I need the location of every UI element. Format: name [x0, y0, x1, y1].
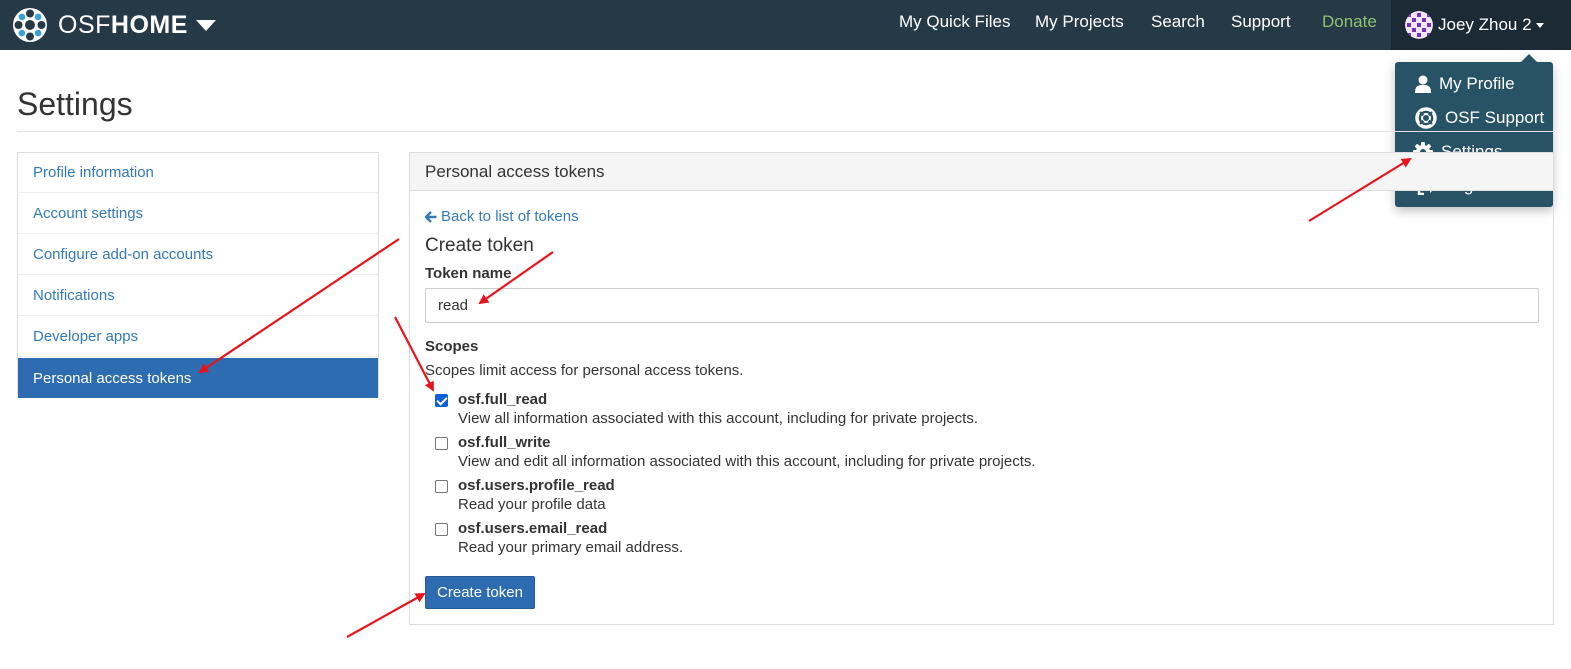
sidebar-item-profile-information[interactable]: Profile information: [18, 153, 378, 193]
top-navbar: OSF HOME My Quick Files My Projects Searc…: [0, 0, 1571, 50]
token-name-input[interactable]: [425, 288, 1539, 323]
sidebar-item-account-settings[interactable]: Account settings: [18, 194, 378, 234]
scope-full-write-checkbox[interactable]: [435, 437, 448, 450]
nav-my-projects[interactable]: My Projects: [1035, 12, 1124, 32]
scope-name: osf.users.email_read: [458, 520, 608, 537]
nav-support[interactable]: Support: [1231, 12, 1291, 32]
settings-sidebar: Profile information Account settings Con…: [17, 152, 379, 398]
back-link-label: Back to list of tokens: [441, 208, 579, 225]
create-token-heading: Create token: [425, 235, 534, 256]
dropdown-item-my-profile[interactable]: My Profile: [1415, 71, 1515, 97]
dropdown-item-osf-support[interactable]: OSF Support: [1415, 105, 1544, 131]
personal-access-tokens-panel: Personal access tokens Back to list of t…: [409, 152, 1554, 625]
scope-description: Read your primary email address.: [458, 539, 684, 556]
user-icon: [1415, 75, 1431, 93]
page-title: Settings: [17, 86, 133, 122]
scopes-help-text: Scopes limit access for personal access …: [425, 362, 744, 379]
user-avatar: [1405, 11, 1433, 39]
scope-name: osf.full_write: [458, 434, 551, 451]
arrow-left-icon: [425, 210, 437, 223]
dropdown-item-label: My Profile: [1439, 74, 1515, 93]
scope-full-read-checkbox[interactable]: [435, 394, 448, 407]
life-ring-icon: [1415, 107, 1437, 129]
back-to-tokens-link[interactable]: Back to list of tokens: [425, 208, 579, 225]
nav-search[interactable]: Search: [1151, 12, 1205, 32]
create-token-button[interactable]: Create token: [425, 576, 535, 609]
panel-heading: Personal access tokens: [410, 153, 1553, 191]
sidebar-item-configure-add-on-accounts[interactable]: Configure add-on accounts: [18, 235, 378, 275]
osf-home-brand[interactable]: OSF HOME: [12, 6, 216, 44]
nav-donate[interactable]: Donate: [1322, 12, 1377, 32]
scope-description: View all information associated with thi…: [458, 410, 978, 427]
scope-profile-read-checkbox[interactable]: [435, 480, 448, 493]
osf-logo-icon: [13, 8, 47, 42]
sidebar-item-developer-apps[interactable]: Developer apps: [18, 317, 378, 357]
nav-my-quick-files[interactable]: My Quick Files: [899, 12, 1010, 32]
brand-home-text: HOME: [110, 10, 188, 39]
sidebar-item-notifications[interactable]: Notifications: [18, 276, 378, 316]
scope-email-read-checkbox[interactable]: [435, 523, 448, 536]
scope-name: osf.full_read: [458, 391, 548, 408]
token-name-label: Token name: [425, 265, 512, 282]
scope-name: osf.users.profile_read: [458, 477, 615, 494]
scopes-label: Scopes: [425, 338, 479, 355]
user-caret-down-icon: [1535, 22, 1544, 28]
scope-description: View and edit all information associated…: [458, 453, 1036, 470]
dropdown-item-label: OSF Support: [1445, 108, 1545, 127]
title-divider: [17, 131, 1553, 132]
user-name: Joey Zhou 2: [1438, 15, 1532, 34]
brand-osf-text: OSF: [58, 10, 111, 39]
brand-caret-down-icon[interactable]: [195, 19, 216, 31]
scope-description: Read your profile data: [458, 496, 606, 513]
user-menu-toggle[interactable]: Joey Zhou 2: [1391, 0, 1571, 50]
sidebar-item-personal-access-tokens[interactable]: Personal access tokens: [18, 358, 378, 398]
